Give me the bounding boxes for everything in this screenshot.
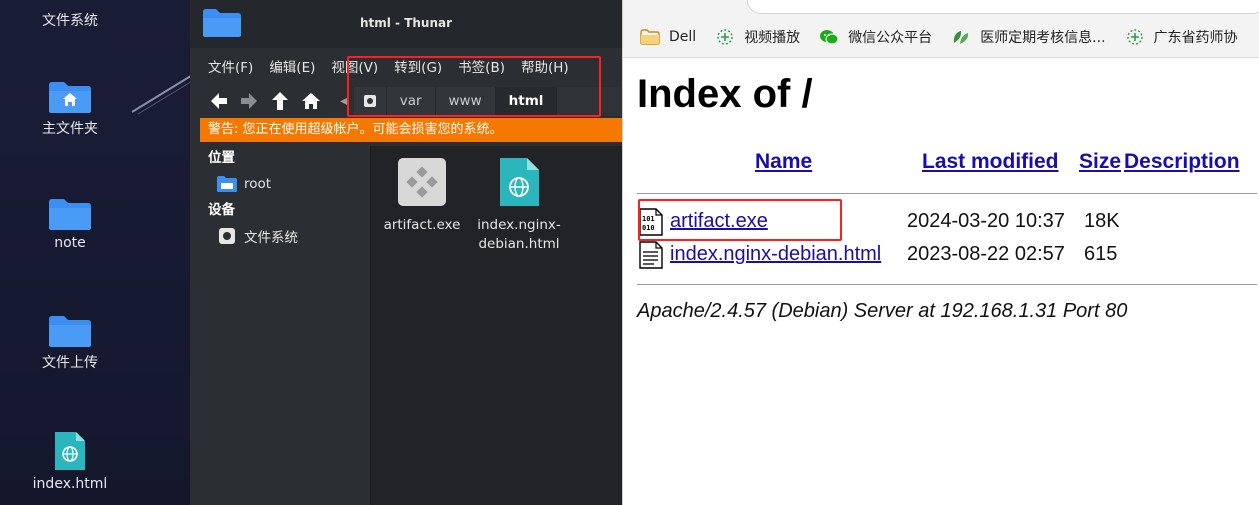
folder-icon (48, 314, 92, 348)
bookmark-label: 广东省药师协 (1153, 30, 1238, 46)
bookmark-physician[interactable]: 医师定期考核信息... (950, 27, 1106, 47)
window-titlebar[interactable]: html - Thunar (190, 0, 622, 48)
column-header-name[interactable]: Name (755, 150, 812, 174)
sidebar-item-label: root (244, 176, 272, 192)
divider (637, 193, 1257, 194)
desktop-icon-note[interactable]: note (0, 197, 140, 251)
side-pane: 位置 root 设备 文件系统 (200, 146, 370, 505)
file-label: index.nginx- (477, 217, 561, 233)
desktop: 文件系统 主文件夹 note 文件上传 index.html (0, 0, 195, 505)
desktop-icon-filesystem[interactable]: 文件系统 (0, 0, 140, 30)
places-heading: 位置 (208, 150, 235, 166)
sidebar-item-root[interactable]: root (216, 170, 370, 198)
desktop-icon-label: 文件系统 (42, 13, 98, 29)
html-file-icon (55, 432, 85, 470)
desktop-icon-label: note (54, 235, 86, 251)
leaf-icon (950, 28, 972, 46)
file-size: 18K (1084, 210, 1120, 232)
window-title: html - Thunar (359, 16, 453, 30)
file-view: artifact.exe index.nginx- debian.html (370, 146, 622, 505)
folder-icon (216, 175, 238, 193)
arrow-left-icon (211, 93, 227, 109)
page-title: Index of / (637, 72, 813, 116)
directory-listing-page: Index of / Name Last modified Size Descr… (623, 58, 1259, 505)
file-item-index-nginx[interactable]: index.nginx- debian.html (474, 156, 564, 254)
menu-file[interactable]: 文件(F) (208, 56, 253, 78)
menu-edit[interactable]: 编辑(E) (269, 56, 315, 78)
bookmark-dell[interactable]: Dell (639, 28, 696, 46)
desktop-icon-label: 主文件夹 (42, 121, 98, 137)
last-modified: 2023-08-22 02:57 (907, 243, 1065, 265)
browser-chrome: Dell 视频播放 微信公众平台 医师定期考核信息... 广东省药师协 (623, 0, 1259, 58)
file-size: 615 (1084, 243, 1118, 265)
home-icon (302, 93, 320, 109)
sidebar-item-label: 文件系统 (244, 230, 298, 246)
arrow-up-icon (272, 92, 288, 110)
divider (637, 284, 1257, 285)
bookmark-pharmacist[interactable]: 广东省药师协 (1124, 27, 1238, 47)
back-button[interactable] (208, 90, 230, 112)
bookmarks-bar: Dell 视频播放 微信公众平台 医师定期考核信息... 广东省药师协 (639, 24, 1256, 50)
file-label: debian.html (478, 236, 560, 252)
forward-button[interactable] (238, 90, 260, 112)
root-warning-bar: 警告: 您正在使用超级帐户。可能会损害您的系统。 (200, 118, 622, 142)
desktop-icon-label: index.html (32, 476, 108, 492)
column-header-last-modified[interactable]: Last modified (922, 150, 1059, 174)
desktop-icon-label: 文件上传 (42, 355, 98, 371)
bookmark-label: 微信公众平台 (848, 30, 933, 46)
column-header-size[interactable]: Size (1079, 150, 1121, 174)
file-label: artifact.exe (383, 217, 461, 233)
desktop-icon-index-html[interactable]: index.html (0, 430, 140, 492)
bookmark-label: 视频播放 (744, 30, 801, 46)
sidebar-item-filesystem[interactable]: 文件系统 (216, 222, 370, 250)
executable-icon (398, 158, 446, 206)
bookmark-video[interactable]: 视频播放 (714, 27, 800, 47)
bookmark-wechat[interactable]: 微信公众平台 (818, 27, 932, 47)
up-button[interactable] (269, 90, 291, 112)
file-link-index-nginx[interactable]: index.nginx-debian.html (670, 243, 881, 266)
wechat-icon (818, 28, 840, 46)
home-button[interactable] (300, 90, 322, 112)
arrow-right-icon (241, 93, 257, 109)
html-file-icon (500, 158, 539, 206)
bookmark-icon (1124, 28, 1146, 46)
address-bar[interactable] (747, 0, 1259, 14)
last-modified: 2024-03-20 10:37 (907, 210, 1065, 232)
file-item-artifact[interactable]: artifact.exe (377, 156, 467, 235)
folder-icon (639, 28, 661, 46)
folder-icon (48, 197, 92, 231)
bookmark-label: Dell (669, 29, 697, 45)
devices-heading: 设备 (208, 202, 235, 218)
text-file-icon (639, 241, 663, 269)
highlight-box (638, 199, 842, 241)
desktop-icon-upload[interactable]: 文件上传 (0, 314, 140, 372)
desktop-icon-home[interactable]: 主文件夹 (0, 80, 140, 138)
browser-window: Dell 视频播放 微信公众平台 医师定期考核信息... 广东省药师协 Inde… (622, 0, 1259, 505)
bookmark-label: 医师定期考核信息... (980, 30, 1106, 46)
column-header-description[interactable]: Description (1124, 150, 1240, 174)
hard-drive-icon (216, 227, 238, 245)
highlight-box (347, 56, 601, 117)
bookmark-icon (714, 28, 736, 46)
server-signature: Apache/2.4.57 (Debian) Server at 192.168… (637, 300, 1128, 322)
home-folder-icon (48, 80, 92, 114)
